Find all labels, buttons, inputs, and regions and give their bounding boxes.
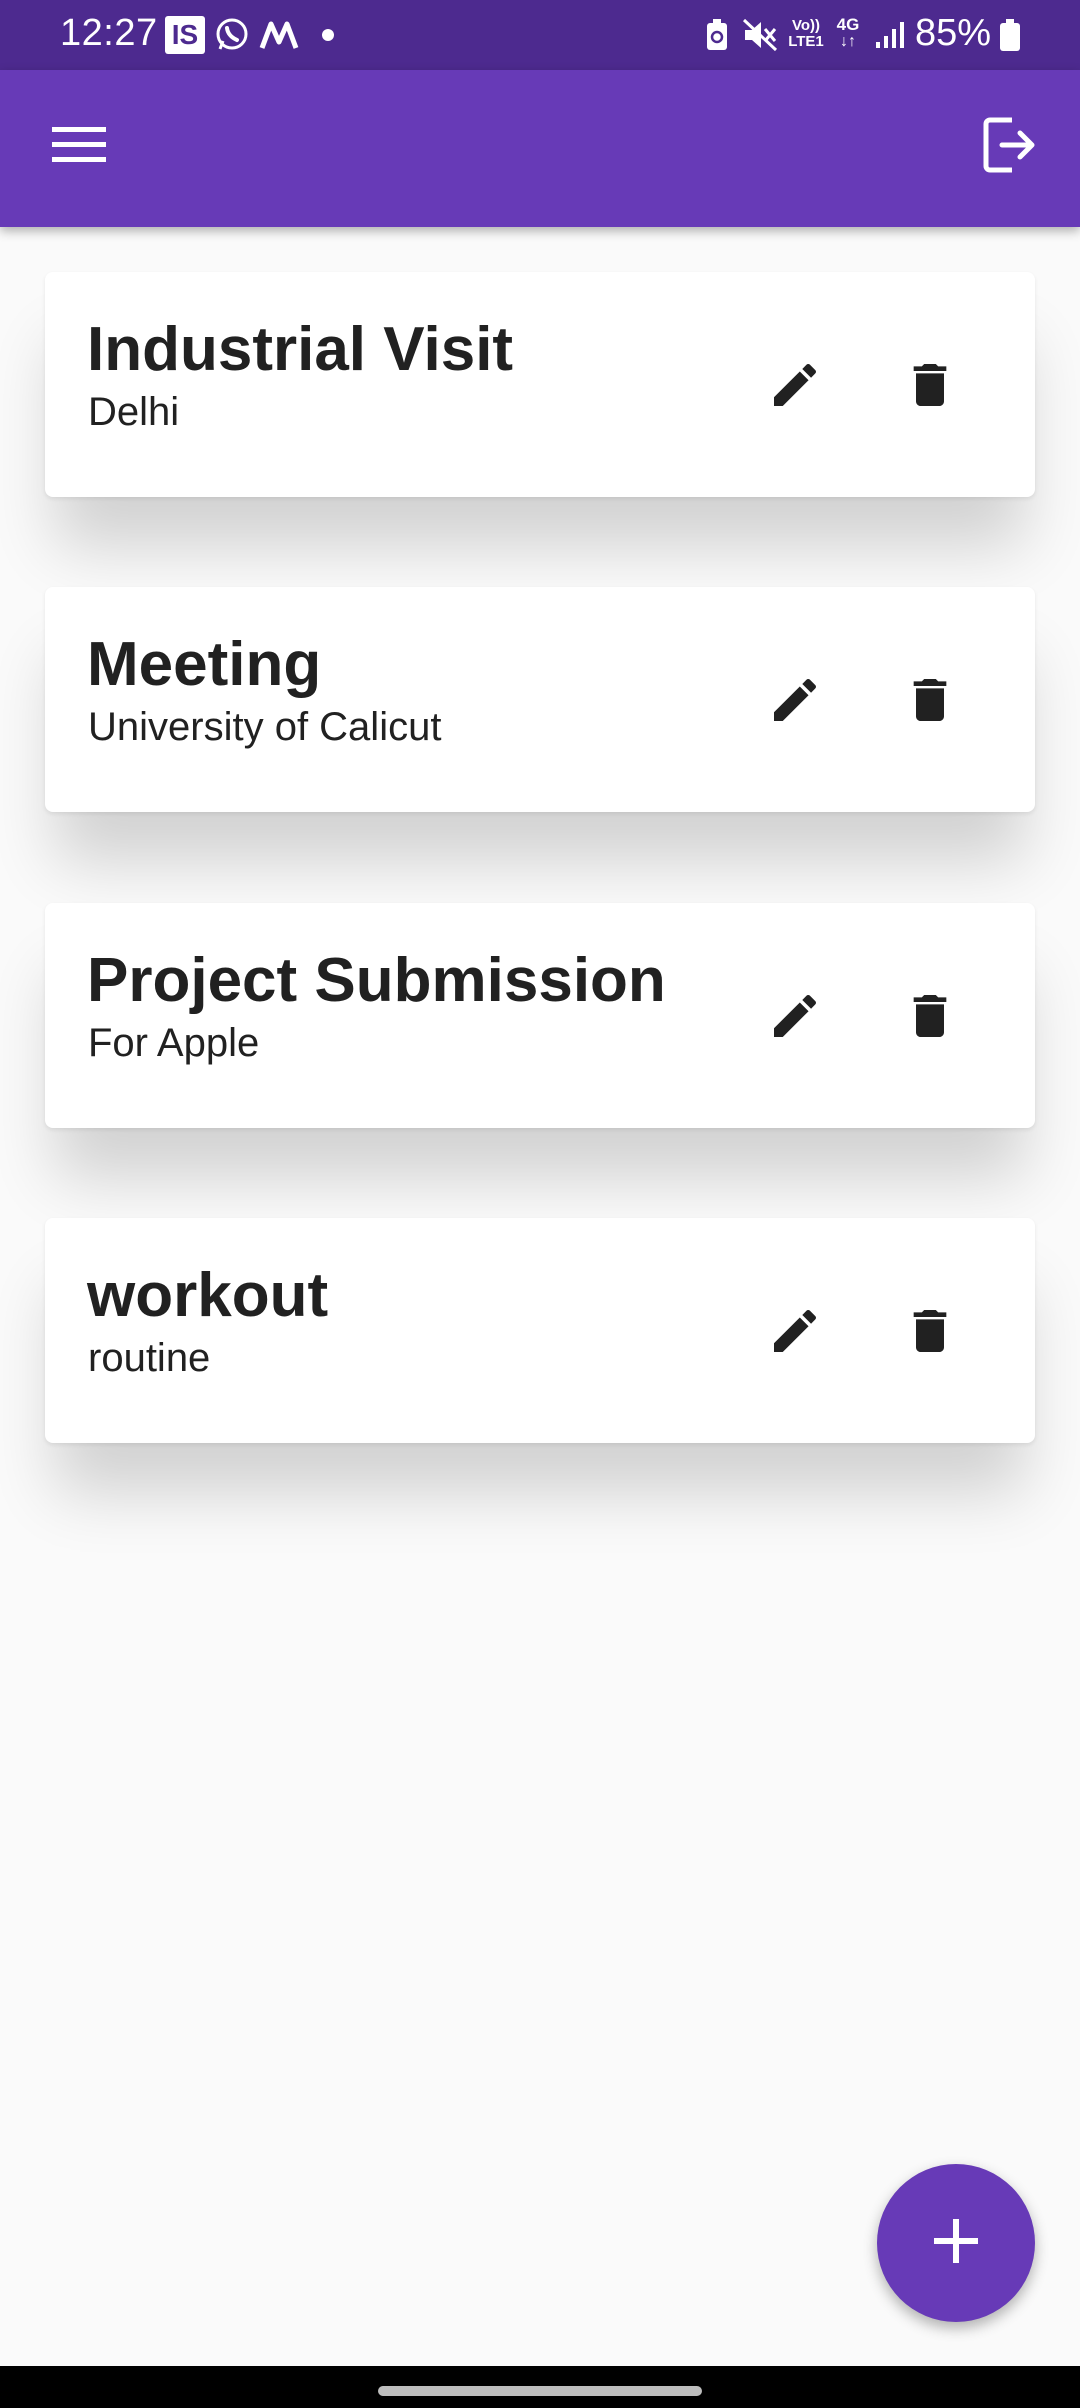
item-subtitle: University of Calicut [88, 705, 442, 749]
menu-button[interactable] [44, 112, 114, 182]
item-subtitle: For Apple [88, 1021, 260, 1065]
delete-button[interactable] [890, 347, 970, 427]
pencil-icon [767, 357, 823, 418]
list-item[interactable]: Project Submission For Apple [45, 903, 1035, 1128]
battery-percent: 85% [915, 12, 992, 54]
list-item[interactable]: Meeting University of Calicut [45, 587, 1035, 812]
edit-button[interactable] [755, 347, 835, 427]
edit-button[interactable] [755, 1293, 835, 1373]
status-time: 12:27 [60, 12, 158, 54]
dot-icon [318, 16, 338, 54]
delete-button[interactable] [890, 662, 970, 742]
is-app-icon: IS [165, 16, 205, 54]
signal-icon [872, 16, 908, 54]
item-title: Industrial Visit [87, 315, 514, 384]
app-bar [0, 70, 1080, 227]
trash-icon [902, 988, 958, 1049]
item-subtitle: routine [88, 1336, 211, 1380]
list-item[interactable]: Industrial Visit Delhi [45, 272, 1035, 497]
pencil-icon [767, 672, 823, 733]
list-item[interactable]: workout routine [45, 1218, 1035, 1443]
item-title: Project Submission [87, 946, 666, 1015]
system-nav-bar [0, 2366, 1080, 2408]
battery-saver-icon [702, 16, 732, 54]
trash-icon [902, 1303, 958, 1364]
status-bar: 12:27 IS Vo)) LTE1 4G ↓↑ 85% [0, 0, 1080, 70]
whatsapp-icon [213, 16, 251, 54]
item-subtitle: Delhi [88, 390, 180, 434]
trash-icon [902, 672, 958, 733]
trash-icon [902, 357, 958, 418]
m-app-icon [259, 16, 299, 54]
home-gesture-handle[interactable] [378, 2386, 702, 2396]
data-arrows-icon: ↓↑ [840, 33, 856, 50]
network-type-icon: 4G ↓↑ [832, 16, 864, 54]
add-item-button[interactable] [877, 2164, 1035, 2322]
edit-button[interactable] [755, 978, 835, 1058]
item-title: workout [87, 1261, 329, 1330]
delete-button[interactable] [890, 1293, 970, 1373]
battery-icon [997, 16, 1023, 54]
pencil-icon [767, 1303, 823, 1364]
volte-icon: Vo)) LTE1 [786, 18, 826, 56]
hamburger-menu-icon [52, 125, 106, 170]
logout-icon [982, 116, 1038, 179]
item-title: Meeting [87, 630, 322, 699]
volte-label-top: Vo)) [791, 17, 821, 34]
volte-label-bottom: LTE1 [788, 33, 824, 50]
logout-button[interactable] [975, 112, 1045, 182]
network-label: 4G [836, 15, 860, 34]
mute-icon [740, 16, 780, 54]
edit-button[interactable] [755, 662, 835, 742]
plus-icon [932, 2217, 980, 2270]
pencil-icon [767, 988, 823, 1049]
delete-button[interactable] [890, 978, 970, 1058]
